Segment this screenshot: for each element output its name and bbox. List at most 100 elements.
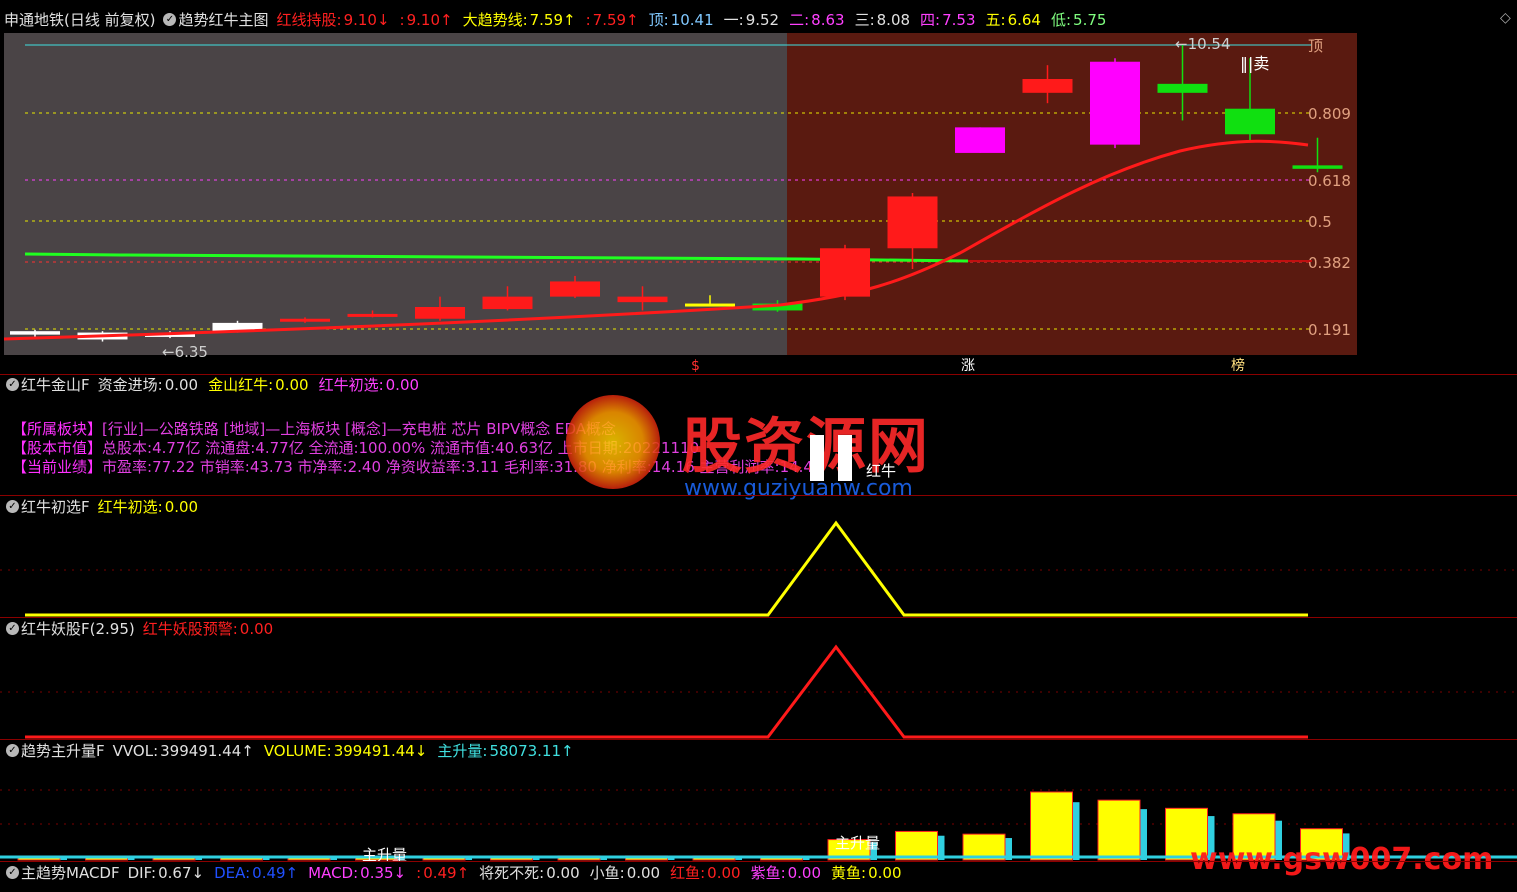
panel1-settings-icon[interactable]: ✓ [6, 378, 19, 391]
panel4-label: 主升量: [437, 742, 488, 760]
panel5-item: 紫鱼: 0.00 [751, 864, 823, 882]
panel5-value: 0.49↑ [252, 864, 299, 882]
panel4-header: ✓ 趋势主升量F VVOL: 399491.44↑ VOLUME: 399491.44↓ 主… [0, 740, 586, 762]
panel5-value: 0.49↑ [423, 864, 470, 882]
main-header-label: 一: [723, 11, 744, 29]
panel5-label: DEA: [214, 864, 251, 882]
watermark-logo [566, 395, 660, 489]
main-header-label: 低: [1050, 11, 1072, 29]
indicator-name[interactable]: 趋势红牛主图 [178, 11, 268, 29]
panel4-label: VVOL: [112, 742, 159, 760]
panel2-chart[interactable] [0, 518, 1517, 618]
main-header-label: : [585, 11, 591, 29]
main-header-label: 三: [854, 11, 875, 29]
main-header-item: 一: 9.52 [724, 11, 781, 29]
main-header-value: 7.59↑ [529, 11, 576, 29]
main-header-value: 8.08 [876, 11, 911, 29]
panel1-label: 资金进场: [97, 376, 163, 394]
candle-body [482, 296, 533, 310]
signal-bar [810, 435, 824, 481]
panel5-item: 红鱼: 0.00 [670, 864, 742, 882]
panel5-label: 将死不死: [479, 864, 545, 882]
panel5-value: 0.00 [707, 864, 741, 882]
candle-body [415, 307, 465, 319]
main-header-value: 8.63 [811, 11, 845, 29]
main-header-label: 五: [985, 11, 1006, 29]
main-header-value: 10.41 [670, 11, 714, 29]
panel4-item: VVOL: 399491.44↑ [113, 742, 256, 760]
volume-label: 主升量 [362, 846, 407, 862]
main-header-item: 五: 6.64 [986, 11, 1043, 29]
panel2-settings-icon[interactable]: ✓ [6, 500, 19, 513]
panel3-chart[interactable] [0, 640, 1517, 740]
sell-label: ‖|卖 [1240, 54, 1269, 73]
main-header-label: : [399, 11, 405, 29]
panel4-label: VOLUME: [263, 742, 332, 760]
main-header-label: 顶: [648, 11, 669, 29]
panel1-label: 红牛初选: [318, 376, 384, 394]
panel3-title[interactable]: 红牛妖股F(2.95) [21, 620, 135, 638]
panel5-title[interactable]: 主趋势MACDF [21, 864, 120, 882]
panel5-label: MACD: [308, 864, 359, 882]
candle-body [280, 318, 330, 322]
fib-label: 0.618 [1308, 172, 1351, 190]
signal-label: 红牛 [866, 462, 896, 480]
panel3-settings-icon[interactable]: ✓ [6, 622, 19, 635]
panel5-item: :0.49↑ [416, 864, 471, 882]
panel4-item: 主升量: 58073.11↑ [437, 742, 575, 760]
chart-marker: 涨 [961, 358, 975, 374]
panel5-value: 0.35↓ [360, 864, 407, 882]
panel3-label: 红牛妖股预警: [142, 620, 238, 638]
watermark-corner: www.gsw007.com [1190, 842, 1494, 877]
stock-name[interactable]: 申通地铁(日线 前复权) [4, 11, 155, 29]
main-header-item: 顶: 10.41 [649, 11, 716, 29]
panel3-header: ✓ 红牛妖股F(2.95) 红牛妖股预警: 0.00 [0, 618, 285, 640]
chart-marker: $ [691, 358, 700, 374]
panel2-value: 0.00 [164, 498, 199, 516]
panel1-item: 金山红牛: 0.00 [208, 376, 310, 394]
info-tag: 【股本市值】 [12, 439, 103, 457]
panel1-title[interactable]: 红牛金山F [21, 376, 90, 394]
panel5-label: 紫鱼: [750, 864, 786, 882]
panel5-settings-icon[interactable]: ✓ [6, 866, 19, 879]
fib-label: 0.809 [1308, 105, 1351, 123]
panel3-value: 0.00 [239, 620, 274, 638]
panel1-label: 金山红牛: [208, 376, 274, 394]
main-header-label: 红线持股: [276, 11, 342, 29]
panel5-value: 0.00 [546, 864, 580, 882]
panel4-settings-icon[interactable]: ✓ [6, 744, 19, 757]
panel4-title[interactable]: 趋势主升量F [21, 742, 105, 760]
indicator-settings-icon[interactable]: ✓ [163, 13, 177, 26]
chart-marker: 榜 [1231, 357, 1245, 374]
candle-body [1022, 79, 1073, 93]
candle-body [1292, 165, 1343, 169]
panel5-item: MACD: 0.35↓ [308, 864, 408, 882]
expand-icon[interactable]: ◇ [1500, 10, 1511, 26]
chart-bg-left [4, 33, 787, 355]
panel3-item: 红牛妖股预警: 0.00 [143, 620, 275, 638]
panel5-value: 0.00 [787, 864, 822, 882]
candle-body [1090, 61, 1140, 145]
main-header-label: 大趋势线: [462, 11, 528, 29]
main-candlestick-chart[interactable]: 顶 0.809 0.618 0.5 0.382 0.191 ←10.54 ←6.35 ‖|卖 $ 涨… [0, 33, 1517, 375]
panel2-title[interactable]: 红牛初选F [21, 498, 90, 516]
main-header-item: :9.10↑ [400, 11, 455, 29]
panel5-label: 黄鱼: [831, 864, 867, 882]
panel1-header: ✓ 红牛金山F 资金进场: 0.00 金山红牛: 0.00 红牛初选: 0.00 [0, 374, 431, 396]
candle-body [887, 196, 938, 249]
volume-bar [1030, 791, 1073, 861]
main-header-value: 5.75 [1073, 11, 1107, 29]
panel2-label: 红牛初选: [97, 498, 163, 516]
main-header-item: 三: 8.08 [855, 11, 912, 29]
panel4-value: 399491.44↓ [333, 742, 428, 760]
panel5-item: DIF: 0.67↓ [128, 864, 206, 882]
fib-label: 0.5 [1308, 213, 1332, 231]
panel5-value: 0.00 [626, 864, 661, 882]
candle-body [347, 313, 398, 317]
main-header-label: 四: [920, 11, 941, 29]
volume-bar [1097, 799, 1141, 861]
panel5-label: 小鱼: [589, 864, 625, 882]
panel2-item: 红牛初选: 0.00 [98, 498, 200, 516]
panel1-value: 0.00 [164, 376, 199, 394]
info-text: [行业]—公路铁路 [地域]—上海板块 [概念]—充电桩 芯片 BIPV概念 E… [102, 420, 617, 438]
